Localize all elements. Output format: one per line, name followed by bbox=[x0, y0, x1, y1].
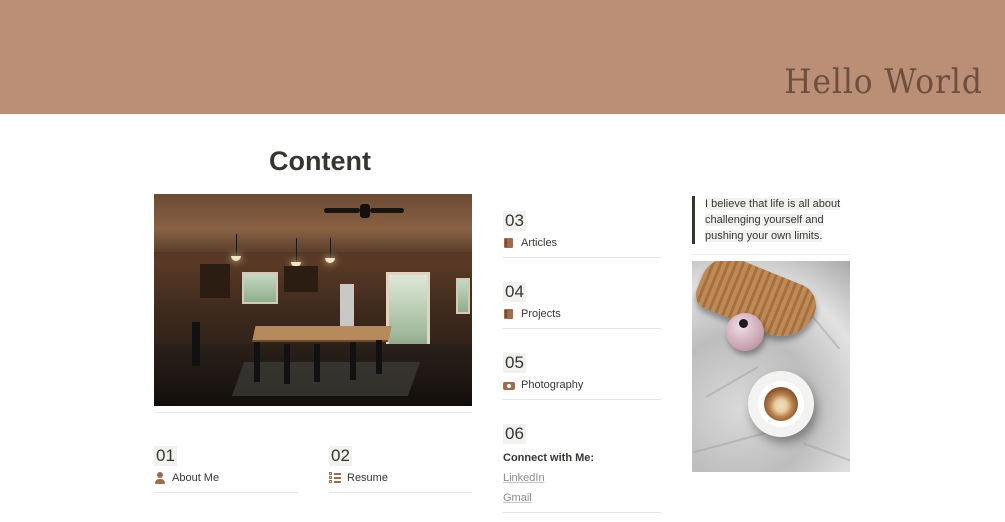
section-number: 02 bbox=[329, 446, 352, 466]
connect-label: Connect with Me: bbox=[503, 452, 595, 464]
photography-link[interactable]: Photography bbox=[503, 379, 661, 391]
section-number: 06 bbox=[503, 424, 526, 444]
quote-line: pushing your own limits. bbox=[705, 230, 823, 242]
camera-icon bbox=[503, 379, 515, 391]
section-photography: 05 Photography bbox=[503, 353, 661, 400]
section-divider bbox=[503, 512, 661, 513]
vase bbox=[726, 313, 764, 351]
section-number: 01 bbox=[154, 446, 177, 466]
book-icon bbox=[503, 237, 515, 249]
about-me-link[interactable]: About Me bbox=[154, 472, 298, 484]
projects-link[interactable]: Projects bbox=[503, 308, 661, 320]
linkedin-link[interactable]: LinkedIn bbox=[503, 472, 661, 484]
section-number: 03 bbox=[503, 211, 526, 231]
section-divider bbox=[154, 492, 298, 493]
section-number: 05 bbox=[503, 353, 526, 373]
resume-link[interactable]: Resume bbox=[329, 472, 472, 484]
articles-label: Articles bbox=[521, 237, 558, 249]
ceiling-fan bbox=[324, 204, 404, 218]
latte-art bbox=[764, 387, 798, 421]
about-me-label: About Me bbox=[172, 472, 220, 484]
checklist-icon bbox=[329, 472, 341, 484]
section-about-me: 01 About Me bbox=[154, 446, 298, 493]
section-number: 04 bbox=[503, 282, 526, 302]
book-icon bbox=[503, 308, 515, 320]
kitchen-ceiling bbox=[154, 194, 472, 252]
cover-banner: Hello World bbox=[0, 0, 1005, 114]
resume-label: Resume bbox=[347, 472, 388, 484]
section-articles: 03 Articles bbox=[503, 211, 661, 258]
section-divider bbox=[503, 257, 661, 258]
photography-label: Photography bbox=[521, 379, 584, 391]
banner-title: Hello World bbox=[784, 62, 983, 102]
section-connect: 06 Connect with Me: LinkedIn Gmail bbox=[503, 424, 661, 513]
section-divider bbox=[329, 492, 472, 493]
section-resume: 02 Resume bbox=[329, 446, 472, 493]
photo-divider bbox=[154, 412, 472, 413]
quote-line: challenging yourself and bbox=[705, 214, 824, 226]
section-projects: 04 Projects bbox=[503, 282, 661, 329]
coffee-photo bbox=[692, 261, 850, 472]
section-divider bbox=[503, 328, 661, 329]
articles-link[interactable]: Articles bbox=[503, 237, 661, 249]
kitchen-photo bbox=[154, 194, 472, 406]
gmail-link[interactable]: Gmail bbox=[503, 492, 661, 504]
person-icon bbox=[154, 472, 166, 484]
quote-divider bbox=[692, 254, 850, 255]
quote-block: I believe that life is all about challen… bbox=[692, 196, 850, 244]
projects-label: Projects bbox=[521, 308, 561, 320]
quote-line: I believe that life is all about bbox=[705, 198, 841, 210]
section-divider bbox=[503, 399, 661, 400]
page-title: Content bbox=[269, 146, 371, 176]
